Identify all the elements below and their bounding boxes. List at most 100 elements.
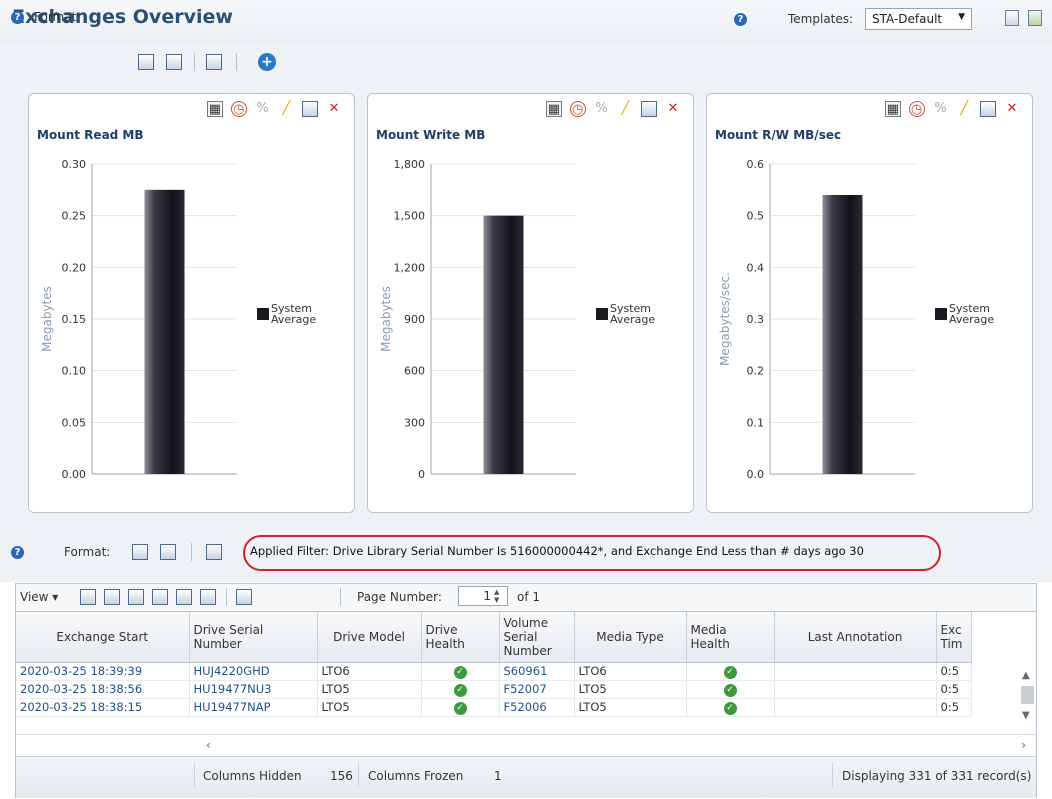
page-number-spinner[interactable]: ▲ ▼ (494, 588, 504, 604)
calendar-icon[interactable]: ▦ (206, 101, 223, 117)
exchanges-table: Exchange Start Drive Serial Number Drive… (15, 611, 1037, 798)
exchange-start-cell[interactable]: 2020-03-25 18:38:15 (16, 698, 190, 717)
table-header-row: Exchange Start Drive Serial Number Drive… (16, 612, 972, 663)
column-header[interactable]: Media Type (574, 612, 687, 663)
detail-view-icon[interactable] (160, 544, 176, 560)
drive-model-cell: LTO5 (317, 698, 422, 717)
templates-select[interactable]: STA-Default ▼ (865, 8, 972, 30)
table-row[interactable]: 2020-03-25 18:38:15 HU19477NAP LTO5 ✓ F5… (16, 698, 972, 717)
clock-icon[interactable]: ◷ (908, 101, 925, 117)
edit-icon[interactable]: ╱ (956, 101, 972, 117)
vertical-scrollbar[interactable]: ▲ ▼ (1020, 666, 1034, 732)
edit-icon[interactable]: ╱ (278, 101, 294, 117)
percent-icon[interactable]: % (255, 101, 271, 117)
columns-hidden-label: Columns Hidden (203, 769, 302, 783)
records-count: Displaying 331 of 331 record(s) (842, 769, 1032, 783)
clock-icon[interactable]: ◷ (230, 101, 247, 117)
view-menu-label: View (20, 590, 49, 604)
volume-serial-cell[interactable]: F52007 (499, 680, 575, 699)
calendar-icon[interactable]: ▦ (884, 101, 901, 117)
scroll-thumb[interactable] (1021, 686, 1034, 704)
add-portlet-icon[interactable]: + (258, 53, 276, 71)
last-annotation-cell (774, 680, 937, 699)
close-icon[interactable]: ✕ (326, 101, 342, 117)
refresh-icon[interactable] (200, 589, 216, 605)
y-tick-label: 0.20 (62, 261, 87, 274)
table-row[interactable]: 2020-03-25 18:39:39 HUJ4220GHD LTO6 ✓ S6… (16, 662, 972, 681)
format-label: Format: (64, 545, 111, 559)
exchange-start-cell[interactable]: 2020-03-25 18:38:56 (16, 680, 190, 699)
close-icon[interactable]: ✕ (665, 101, 681, 117)
chart-panel-write: ▦ ◷ % ╱ ✕ Mount Write MB 0 300 600 900 1,200… (367, 93, 694, 513)
clear-filter-icon[interactable] (176, 589, 192, 605)
scroll-up-icon[interactable]: ▲ (1022, 670, 1030, 681)
column-header[interactable]: Drive Serial Number (189, 612, 318, 663)
scroll-down-icon[interactable]: ▼ (1022, 710, 1030, 721)
close-icon[interactable]: ✕ (1004, 101, 1020, 117)
legend-swatch (935, 308, 947, 320)
clock-icon[interactable]: ◷ (569, 101, 586, 117)
toolbar-separator (340, 588, 341, 606)
y-tick-label: 0.05 (62, 416, 87, 429)
help-icon[interactable]: ? (734, 13, 747, 26)
detach-icon[interactable] (236, 589, 252, 605)
horizontal-scrollbar[interactable]: ‹ › (16, 734, 1036, 756)
table: Exchange Start Drive Serial Number Drive… (16, 612, 972, 717)
y-tick-label: 0.25 (62, 210, 87, 223)
rows-layout-icon[interactable] (166, 54, 182, 70)
table-row[interactable]: 2020-03-25 18:38:56 HU19477NU3 LTO5 ✓ F5… (16, 680, 972, 699)
column-header[interactable]: Media Health (686, 612, 775, 663)
volume-serial-cell[interactable]: F52006 (499, 698, 575, 717)
column-header[interactable]: Drive Health (421, 612, 500, 663)
check-icon: ✓ (453, 684, 467, 697)
annotate-icon[interactable] (104, 589, 120, 605)
help-icon[interactable]: ? (11, 11, 24, 24)
format-bar (0, 44, 1052, 80)
toolbar-separator (191, 543, 192, 561)
scroll-right-icon[interactable]: › (1021, 738, 1026, 752)
help-icon[interactable]: ? (11, 546, 24, 559)
grid-layout-icon[interactable] (138, 54, 154, 70)
export-icon[interactable] (128, 589, 144, 605)
drive-health-cell: ✓ (421, 662, 500, 681)
filter-icon[interactable] (152, 589, 168, 605)
exchange-start-cell[interactable]: 2020-03-25 18:39:39 (16, 662, 190, 681)
percent-icon[interactable]: % (933, 101, 949, 117)
drive-serial-cell[interactable]: HU19477NAP (189, 698, 318, 717)
save-template-icon[interactable] (1005, 10, 1019, 26)
legend-label: Average (949, 313, 994, 326)
view-menu[interactable]: View ▾ (20, 590, 58, 604)
maximize-icon[interactable] (980, 101, 997, 117)
column-header[interactable]: Exchange Start (16, 612, 190, 663)
column-header[interactable]: Drive Model (317, 612, 422, 663)
volume-serial-cell[interactable]: S60961 (499, 662, 575, 681)
percent-icon[interactable]: % (594, 101, 610, 117)
manage-templates-icon[interactable] (1028, 10, 1042, 26)
calendar-icon[interactable]: ▦ (545, 101, 562, 117)
drive-serial-cell[interactable]: HU19477NU3 (189, 680, 318, 699)
y-tick-label: 0.10 (62, 365, 87, 378)
bar (483, 215, 524, 474)
y-tick-label: 1,500 (394, 210, 426, 223)
y-axis-label: Megabytes/sec. (718, 272, 732, 366)
chart-title: Mount R/W MB/sec (715, 128, 842, 142)
maximize-icon[interactable] (302, 101, 319, 117)
column-header[interactable]: Exc Tim (936, 612, 972, 663)
edit-icon[interactable]: ╱ (617, 101, 633, 117)
play-icon[interactable] (80, 589, 96, 605)
y-tick-label: 0.00 (62, 468, 87, 481)
column-header[interactable]: Last Annotation (774, 612, 937, 663)
print-icon[interactable] (206, 544, 222, 560)
print-icon[interactable] (206, 54, 222, 70)
y-tick-label: 1,200 (394, 261, 426, 274)
status-separator (358, 763, 359, 787)
column-header[interactable]: Volume Serial Number (499, 612, 575, 663)
scroll-left-icon[interactable]: ‹ (206, 738, 211, 752)
list-view-icon[interactable] (132, 544, 148, 560)
maximize-icon[interactable] (641, 101, 658, 117)
drive-serial-cell[interactable]: HUJ4220GHD (189, 662, 318, 681)
media-type-cell: LTO5 (574, 680, 687, 699)
media-type-cell: LTO6 (574, 662, 687, 681)
y-tick-label: 0.1 (747, 416, 765, 429)
columns-frozen-label: Columns Frozen (368, 769, 464, 783)
